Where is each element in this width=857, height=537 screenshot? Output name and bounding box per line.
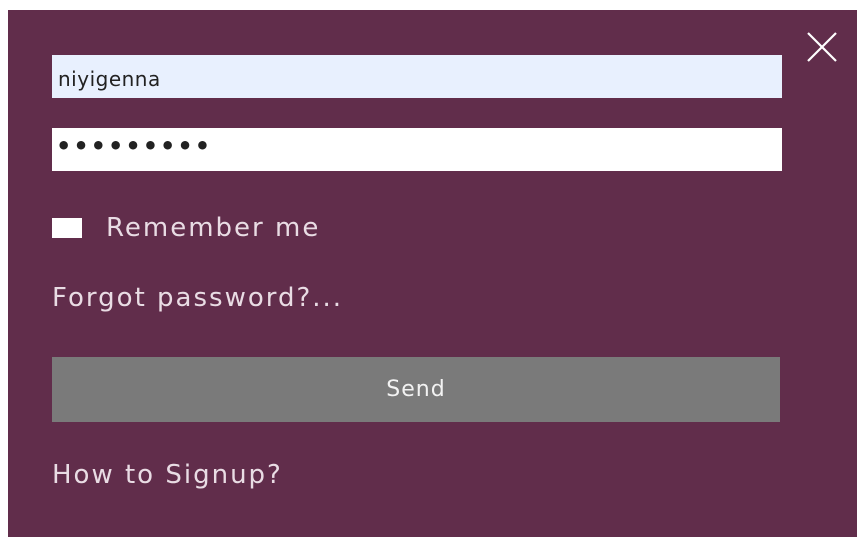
remember-me-checkbox[interactable] [52, 218, 82, 238]
how-to-signup-link[interactable]: How to Signup? [52, 460, 283, 490]
remember-me-label: Remember me [106, 213, 321, 243]
forgot-password-link[interactable]: Forgot password?... [52, 283, 343, 313]
close-icon [807, 32, 837, 62]
login-dialog: ••••••••• Remember me Forgot password?..… [8, 10, 857, 537]
username-input[interactable] [52, 55, 782, 98]
close-button[interactable] [805, 30, 839, 64]
password-input[interactable]: ••••••••• [52, 128, 782, 171]
remember-me-toggle[interactable]: Remember me [52, 213, 320, 243]
send-button[interactable]: Send [52, 357, 780, 422]
